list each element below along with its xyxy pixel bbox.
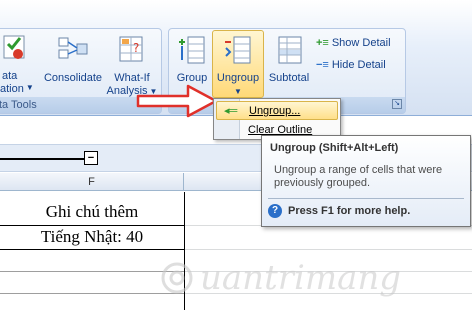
show-detail-button[interactable]: +≡ Show Detail [316, 34, 391, 52]
collapse-button[interactable]: − [84, 151, 98, 165]
grid-row-line [0, 293, 184, 294]
grid-row-line [0, 249, 184, 250]
grid-row-line [0, 271, 184, 272]
tooltip-title: Ungroup (Shift+Alt+Left) [270, 142, 399, 154]
show-detail-label: Show Detail [331, 37, 391, 49]
hide-detail-button[interactable]: −≡ Hide Detail [316, 56, 386, 74]
chevron-down-icon: ▼ [25, 83, 34, 92]
tooltip-divider [268, 198, 464, 199]
subtotal-button[interactable]: Subtotal [264, 34, 314, 85]
menu-item-ungroup-label: Ungroup... [249, 105, 301, 117]
group-icon [179, 36, 205, 64]
outline-level-line [0, 158, 84, 160]
data-tools-label-1: ata [2, 70, 18, 82]
what-if-icon: ? [119, 36, 143, 62]
grid-row-line-right [185, 249, 472, 250]
data-tools-label-2-text: ation [0, 83, 24, 95]
consolidate-label: Consolidate [43, 72, 103, 84]
column-header-f[interactable]: F [0, 173, 184, 191]
help-icon: ? [268, 204, 282, 218]
tooltip-help-text: Press F1 for more help. [288, 205, 411, 217]
cell-f2[interactable]: Tiếng Nhật: 40 [0, 227, 184, 247]
ungroup-label: Ungroup [216, 72, 260, 84]
chevron-down-icon: ▼ [234, 87, 242, 96]
watermark: uantrimang [160, 258, 401, 298]
hide-detail-label: Hide Detail [331, 59, 386, 71]
show-detail-icon: +≡ [316, 37, 329, 49]
consolidate-button[interactable]: Consolidate [40, 34, 106, 85]
dialog-launcher-icon[interactable]: ↘ [392, 99, 402, 109]
data-tools-label-2: ation ▼ [0, 83, 34, 95]
collapse-icon: − [87, 152, 95, 164]
menu-item-ungroup[interactable]: ◂═ Ungroup... [216, 101, 338, 120]
ungroup-dropdown-menu: ◂═ Ungroup... Clear Outline [213, 98, 341, 140]
subtotal-label: Subtotal [268, 72, 310, 84]
subtotal-icon [278, 36, 302, 64]
watermark-logo-icon [161, 262, 193, 294]
consolidate-icon [58, 37, 88, 59]
data-validation-button[interactable] [0, 32, 25, 70]
svg-text:?: ? [133, 41, 139, 55]
watermark-text: uantrimang [200, 258, 402, 298]
tooltip-help: ? Press F1 for more help. [268, 204, 410, 218]
grid-row-line [0, 225, 184, 226]
data-validation-icon [3, 35, 25, 59]
tooltip-description: Ungroup a range of cells that were previ… [274, 164, 443, 189]
group-button[interactable]: Group [172, 34, 212, 85]
hide-detail-icon: −≡ [316, 59, 329, 71]
ungroup-icon [225, 36, 251, 64]
cell-f1[interactable]: Ghi chú thêm [0, 202, 184, 222]
ungroup-small-icon: ◂═ [224, 105, 238, 117]
red-arrow-annotation [136, 84, 218, 118]
ungroup-tooltip: Ungroup (Shift+Alt+Left) Ungroup a range… [261, 135, 471, 227]
